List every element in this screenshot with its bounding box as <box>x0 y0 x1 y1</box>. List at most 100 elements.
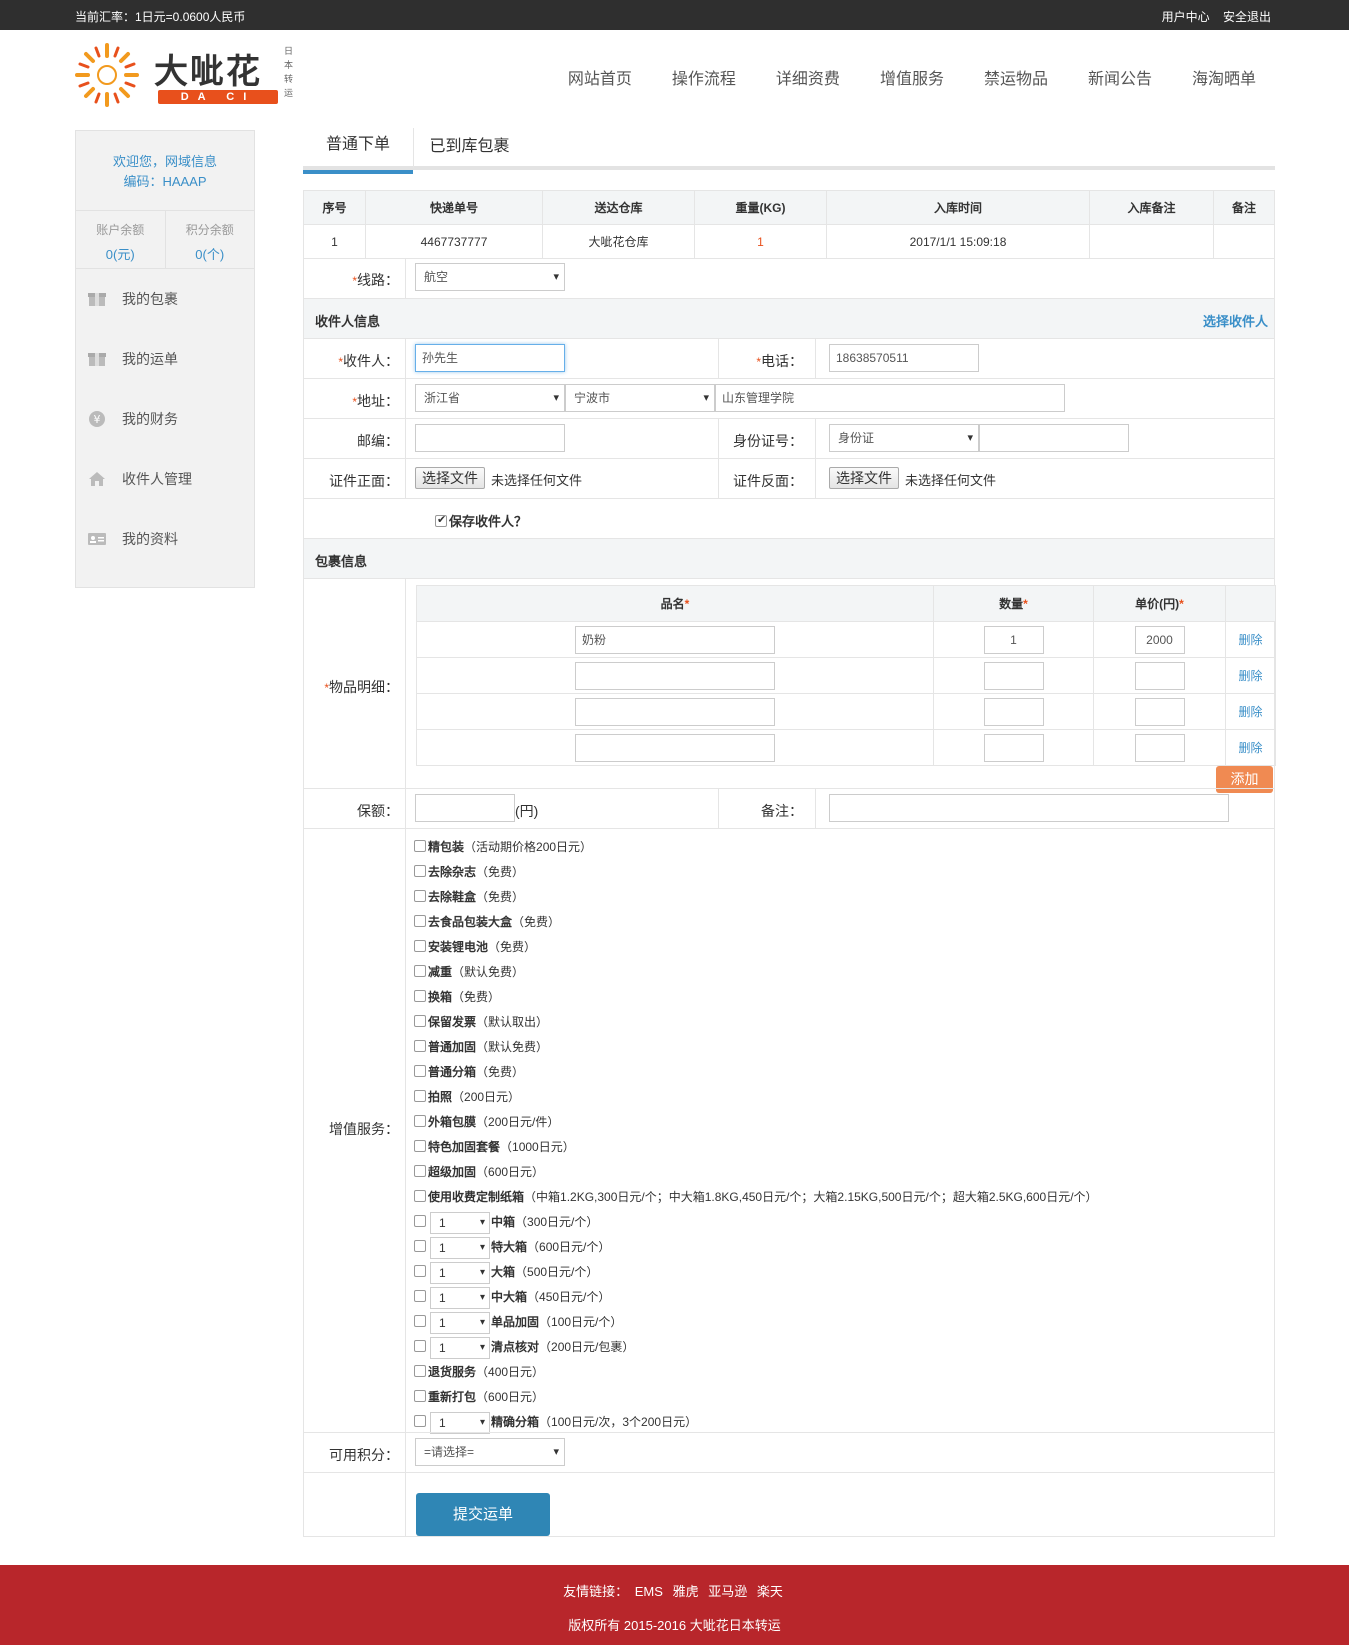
service-checkbox[interactable] <box>414 1040 426 1052</box>
service-option[interactable]: 精包装（活动期价格200日元） <box>414 835 1098 860</box>
service-option[interactable]: 重新打包（600日元） <box>414 1385 1098 1410</box>
service-option[interactable]: 保留发票（默认取出） <box>414 1010 1098 1035</box>
service-qty-select[interactable]: 1 <box>430 1336 490 1359</box>
route-select[interactable]: 航空 <box>415 263 565 291</box>
item-name-input[interactable] <box>575 661 775 690</box>
item-price-input[interactable] <box>1134 697 1185 726</box>
service-checkbox[interactable] <box>414 940 426 952</box>
account-balance[interactable]: 账户余额 0(元) <box>76 211 165 268</box>
item-qty-input[interactable] <box>983 661 1044 690</box>
delete-item-link[interactable]: 删除 <box>1238 669 1262 683</box>
service-checkbox[interactable] <box>414 1140 426 1152</box>
item-qty-input[interactable] <box>983 733 1044 762</box>
address-input[interactable]: 山东管理学院 <box>715 384 1065 412</box>
service-checkbox[interactable] <box>414 865 426 877</box>
zip-input[interactable] <box>415 424 565 452</box>
service-option[interactable]: 退货服务（400日元） <box>414 1360 1098 1385</box>
service-option[interactable]: 1特大箱（600日元/个） <box>414 1235 1098 1260</box>
service-checkbox[interactable] <box>414 1090 426 1102</box>
service-option[interactable]: 特色加固套餐（1000日元） <box>414 1135 1098 1160</box>
service-checkbox[interactable] <box>414 1390 426 1402</box>
item-price-input[interactable] <box>1134 661 1185 690</box>
nav-services[interactable]: 增值服务 <box>880 65 944 89</box>
delete-item-link[interactable]: 删除 <box>1238 633 1262 647</box>
tab-normal-order[interactable]: 普通下单 <box>303 126 413 174</box>
nav-news[interactable]: 新闻公告 <box>1088 65 1152 89</box>
service-option[interactable]: 去除鞋盒（免费） <box>414 885 1098 910</box>
service-checkbox[interactable] <box>414 1190 426 1202</box>
item-name-input[interactable] <box>575 697 775 726</box>
service-qty-select[interactable]: 1 <box>430 1261 490 1284</box>
link-amazon[interactable]: 亚马逊 <box>708 1584 747 1599</box>
sidebar-item-profile[interactable]: 我的资料 <box>76 509 254 569</box>
service-checkbox[interactable] <box>414 1265 426 1277</box>
user-center-link[interactable]: 用户中心 <box>1162 10 1210 24</box>
delete-item-link[interactable]: 删除 <box>1238 741 1262 755</box>
service-option[interactable]: 1大箱（500日元/个） <box>414 1260 1098 1285</box>
service-option[interactable]: 1中大箱（450日元/个） <box>414 1285 1098 1310</box>
province-select[interactable]: 浙江省 <box>415 384 565 412</box>
sidebar-item-recipients[interactable]: 收件人管理 <box>76 449 254 509</box>
service-option[interactable]: 超级加固（600日元） <box>414 1160 1098 1185</box>
item-price-input[interactable]: 2000 <box>1134 625 1185 654</box>
service-option[interactable]: 1清点核对（200日元/包裹） <box>414 1335 1098 1360</box>
service-option[interactable]: 1中箱（300日元/个） <box>414 1210 1098 1235</box>
delete-item-link[interactable]: 删除 <box>1238 705 1262 719</box>
service-checkbox[interactable] <box>414 1315 426 1327</box>
id-type-select[interactable]: 身份证 <box>829 424 979 452</box>
id-back-file-button[interactable]: 选择文件 <box>829 467 899 489</box>
insurance-input[interactable] <box>415 794 515 822</box>
service-checkbox[interactable] <box>414 1015 426 1027</box>
service-option[interactable]: 安装锂电池（免费） <box>414 935 1098 960</box>
service-checkbox[interactable] <box>414 890 426 902</box>
city-select[interactable]: 宁波市 <box>565 384 715 412</box>
service-qty-select[interactable]: 1 <box>430 1211 490 1234</box>
points-balance[interactable]: 积分余额 0(个) <box>164 211 255 268</box>
service-checkbox[interactable] <box>414 1415 426 1427</box>
id-number-input[interactable] <box>979 424 1129 452</box>
use-points-select[interactable]: =请选择= <box>415 1438 565 1466</box>
service-option[interactable]: 去食品包装大盒（免费） <box>414 910 1098 935</box>
service-checkbox[interactable] <box>414 840 426 852</box>
service-option[interactable]: 普通分箱（免费） <box>414 1060 1098 1085</box>
service-qty-select[interactable]: 1 <box>430 1311 490 1334</box>
nav-showcase[interactable]: 海淘晒单 <box>1192 65 1256 89</box>
submit-order-button[interactable]: 提交运单 <box>416 1493 550 1536</box>
service-option[interactable]: 减重（默认免费） <box>414 960 1098 985</box>
service-checkbox[interactable] <box>414 1165 426 1177</box>
service-option[interactable]: 普通加固（默认免费） <box>414 1035 1098 1060</box>
service-checkbox[interactable] <box>414 1290 426 1302</box>
service-checkbox[interactable] <box>414 965 426 977</box>
service-checkbox[interactable] <box>414 1115 426 1127</box>
service-option[interactable]: 使用收费定制纸箱（中箱1.2KG,300日元/个；中大箱1.8KG,450日元/… <box>414 1185 1098 1210</box>
save-recipient-option[interactable]: 保存收件人？ <box>435 511 527 530</box>
tab-arrived-packages[interactable]: 已到库包裹 <box>413 128 525 168</box>
recipient-input[interactable]: 孙先生 <box>415 344 565 372</box>
item-qty-input[interactable]: 1 <box>983 625 1044 654</box>
service-checkbox[interactable] <box>414 990 426 1002</box>
nav-pricing[interactable]: 详细资费 <box>776 65 840 89</box>
item-name-input[interactable] <box>575 733 775 762</box>
service-checkbox[interactable] <box>414 1340 426 1352</box>
service-checkbox[interactable] <box>414 1240 426 1252</box>
service-option[interactable]: 换箱（免费） <box>414 985 1098 1010</box>
service-checkbox[interactable] <box>414 915 426 927</box>
site-logo[interactable]: 大呲花 DA CI HUA 日本转运 <box>74 42 294 117</box>
service-option[interactable]: 1单品加固（100日元/个） <box>414 1310 1098 1335</box>
item-qty-input[interactable] <box>983 697 1044 726</box>
link-ems[interactable]: EMS <box>635 1584 663 1599</box>
service-checkbox[interactable] <box>414 1365 426 1377</box>
service-option[interactable]: 拍照（200日元） <box>414 1085 1098 1110</box>
service-option[interactable]: 去除杂志（免费） <box>414 860 1098 885</box>
id-front-file-button[interactable]: 选择文件 <box>415 467 485 489</box>
remark-input[interactable] <box>829 794 1229 822</box>
sidebar-item-waybills[interactable]: 我的运单 <box>76 329 254 389</box>
service-qty-select[interactable]: 1 <box>430 1411 490 1434</box>
nav-home[interactable]: 网站首页 <box>568 65 632 89</box>
link-yahoo[interactable]: 雅虎 <box>673 1584 699 1599</box>
link-rakuten[interactable]: 楽天 <box>757 1584 783 1599</box>
phone-input[interactable]: 18638570511 <box>829 344 979 372</box>
choose-recipient-link[interactable]: 选择收件人 <box>1203 311 1268 330</box>
service-checkbox[interactable] <box>414 1215 426 1227</box>
service-qty-select[interactable]: 1 <box>430 1286 490 1309</box>
